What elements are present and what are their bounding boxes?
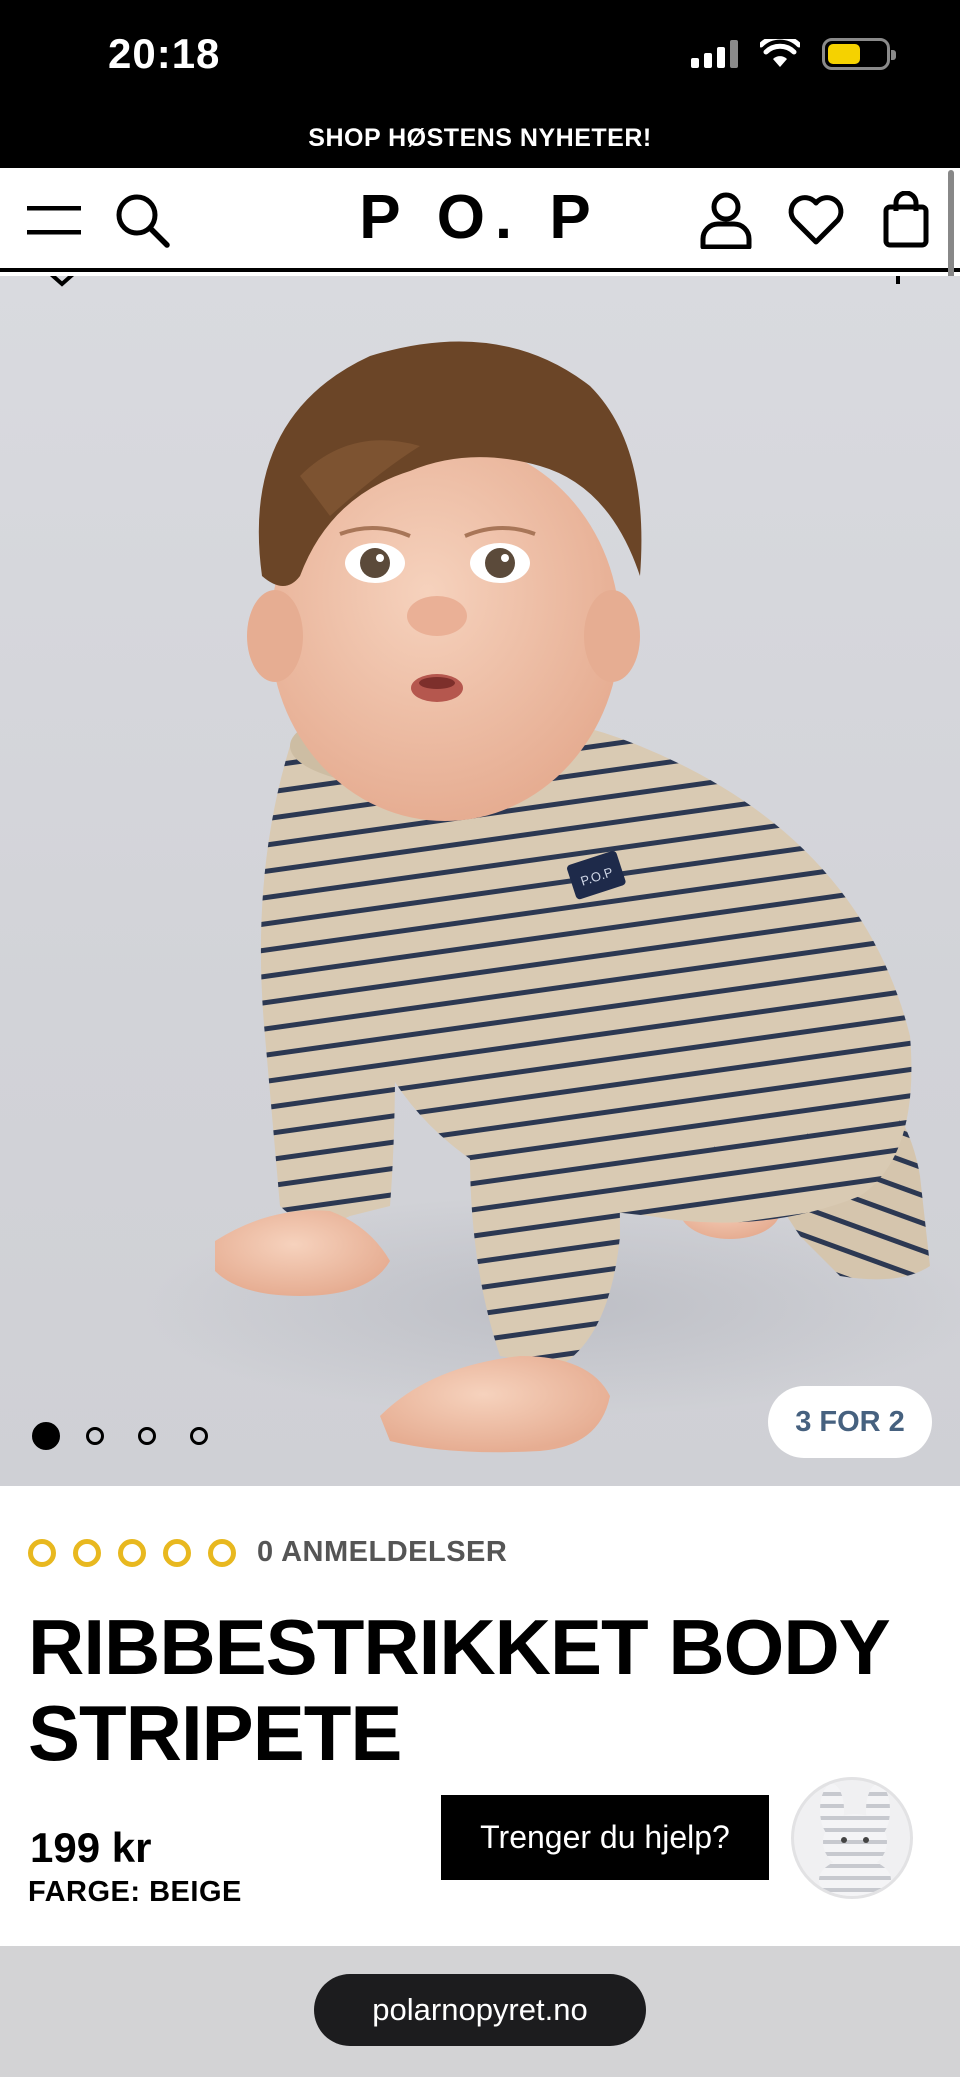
- status-bar: 20:18: [0, 0, 960, 112]
- rating-star-icon: [163, 1538, 191, 1567]
- gallery-dot[interactable]: [86, 1427, 104, 1445]
- gallery-dot[interactable]: [138, 1427, 156, 1445]
- shopping-bag-icon[interactable]: [876, 190, 936, 250]
- rating-star-icon: [28, 1538, 56, 1567]
- product-color: FARGE: BEIGE: [28, 1876, 242, 1908]
- gallery-dot[interactable]: [32, 1422, 60, 1450]
- heart-icon[interactable]: [786, 190, 846, 250]
- status-time: 20:18: [108, 30, 221, 77]
- rating-star-icon: [118, 1538, 146, 1567]
- product-image-gallery[interactable]: P.O.P 3 FOR 2: [0, 276, 960, 1486]
- rating-star-icon: [73, 1538, 101, 1567]
- rating-row[interactable]: 0 ANMELDELSER: [28, 1536, 507, 1569]
- gallery-pagination: [32, 1422, 216, 1450]
- gallery-dot[interactable]: [190, 1427, 208, 1445]
- product-photo: P.O.P: [140, 341, 960, 1453]
- battery-icon: [822, 38, 896, 70]
- account-icon[interactable]: [696, 190, 756, 250]
- wifi-icon: [760, 39, 800, 67]
- chat-avatar-icon[interactable]: [791, 1777, 913, 1899]
- reviews-count[interactable]: 0 ANMELDELSER: [257, 1536, 507, 1569]
- cellular-signal-icon: [691, 40, 738, 68]
- product-price: 199 kr: [30, 1824, 152, 1871]
- product-title: RIBBESTRIKKET BODY STRIPETE: [28, 1604, 908, 1776]
- browser-toolbar: polarnopyret.no: [0, 1946, 960, 2077]
- site-header: P O. P: [0, 168, 960, 272]
- url-bar[interactable]: polarnopyret.no: [314, 1974, 646, 2046]
- promo-banner[interactable]: SHOP HØSTENS NYHETER!: [0, 112, 960, 168]
- product-title-line2: STRIPETE: [28, 1689, 402, 1777]
- rating-star-icon: [208, 1538, 236, 1567]
- product-title-line1: RIBBESTRIKKET BODY: [28, 1603, 891, 1691]
- gallery-edge-marker: [896, 276, 900, 284]
- help-chat-button[interactable]: Trenger du hjelp?: [441, 1795, 769, 1880]
- promo-badge: 3 FOR 2: [768, 1386, 932, 1458]
- chevron-down-icon[interactable]: [40, 276, 84, 298]
- status-icons: [691, 38, 896, 70]
